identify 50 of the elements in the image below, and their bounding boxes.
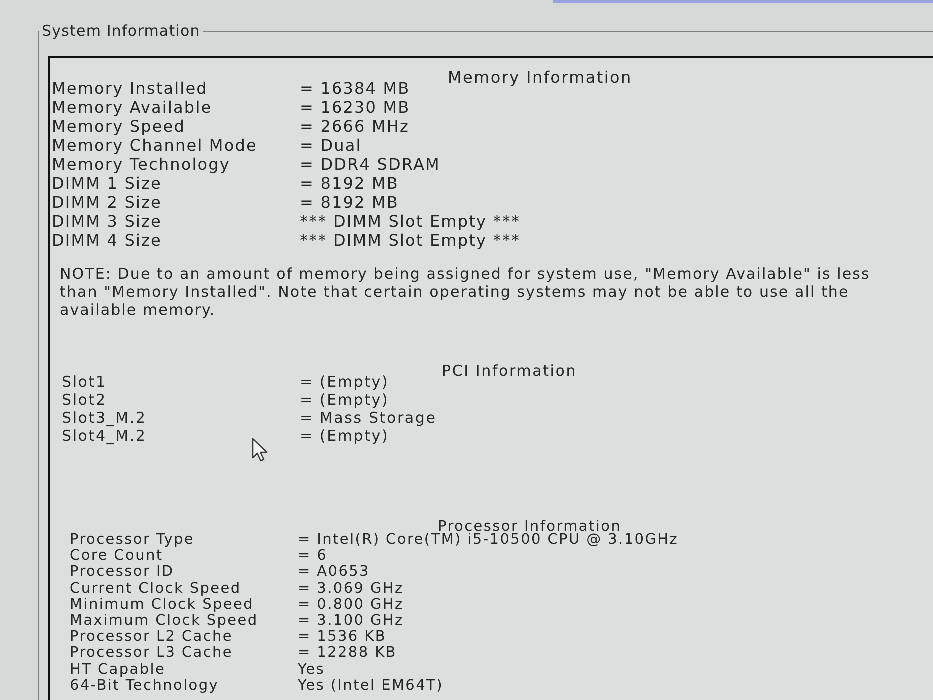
field-label: Slot1: [62, 373, 107, 391]
field-label: Memory Speed: [52, 117, 186, 136]
field-value: *** DIMM Slot Empty ***: [300, 212, 521, 231]
field-label: Processor Type: [70, 532, 195, 548]
note-text: NOTE: Due to an amount of memory being assigned for system use, "Memory Available" is less than "Memory Installed". Note that certain operating systems may not be able to use all the available memory.: [60, 265, 872, 319]
field-value: Yes (Intel EM64T): [298, 678, 444, 694]
field-value: = 16230 MB: [300, 98, 410, 117]
field-label: Core Count: [70, 548, 164, 564]
field-label: DIMM 2 Size: [52, 193, 162, 212]
field-label: DIMM 4 Size: [52, 231, 162, 250]
field-value: = (Empty): [300, 427, 390, 445]
field-label: Current Clock Speed: [70, 580, 242, 597]
field-value: = 3.100 GHz: [298, 612, 404, 629]
field-label: Maximum Clock Speed: [70, 612, 258, 629]
field-label: Processor ID: [70, 564, 174, 580]
field-value: = 6: [298, 548, 328, 564]
field-value: Yes: [298, 662, 326, 678]
field-value: = 8192 MB: [300, 193, 399, 212]
field-label: Slot3_M.2: [62, 409, 147, 427]
field-label: Slot2: [62, 391, 107, 409]
field-label: Memory Channel Mode: [52, 136, 258, 155]
field-value: *** DIMM Slot Empty ***: [300, 231, 521, 250]
field-value: = Dual: [300, 136, 362, 155]
field-label: 64-Bit Technology: [70, 678, 220, 694]
field-value: = A0653: [298, 564, 370, 580]
field-value: = DDR4 SDRAM: [300, 155, 440, 174]
section-heading: Memory Information: [448, 68, 632, 87]
field-value: = (Empty): [300, 391, 390, 409]
field-value: = Intel(R) Core(TM) i5-10500 CPU @ 3.10GHz: [298, 532, 679, 548]
field-value: = 16384 MB: [300, 79, 410, 98]
field-value: = 12288 KB: [298, 645, 397, 662]
field-value: = 1536 KB: [298, 629, 387, 646]
field-value: = 8192 MB: [300, 174, 399, 193]
field-label: Processor L3 Cache: [70, 645, 234, 662]
field-label: Processor L2 Cache: [70, 629, 234, 646]
field-value: = 3.069 GHz: [298, 580, 404, 597]
field-value: = 2666 MHz: [300, 117, 410, 136]
field-value: = 0.800 GHz: [298, 596, 404, 613]
field-label: HT Capable: [70, 662, 166, 678]
field-label: DIMM 1 Size: [52, 174, 162, 193]
field-label: Slot4_M.2: [62, 427, 147, 445]
field-value: = Mass Storage: [300, 409, 437, 427]
field-value: = (Empty): [300, 373, 390, 391]
field-label: Memory Technology: [52, 155, 230, 174]
field-label: Minimum Clock Speed: [70, 596, 254, 613]
field-label: DIMM 3 Size: [52, 212, 162, 231]
group-title: System Information: [42, 22, 200, 40]
field-label: Memory Available: [52, 98, 212, 117]
field-label: Memory Installed: [52, 79, 208, 98]
section-heading: PCI Information: [442, 362, 578, 380]
